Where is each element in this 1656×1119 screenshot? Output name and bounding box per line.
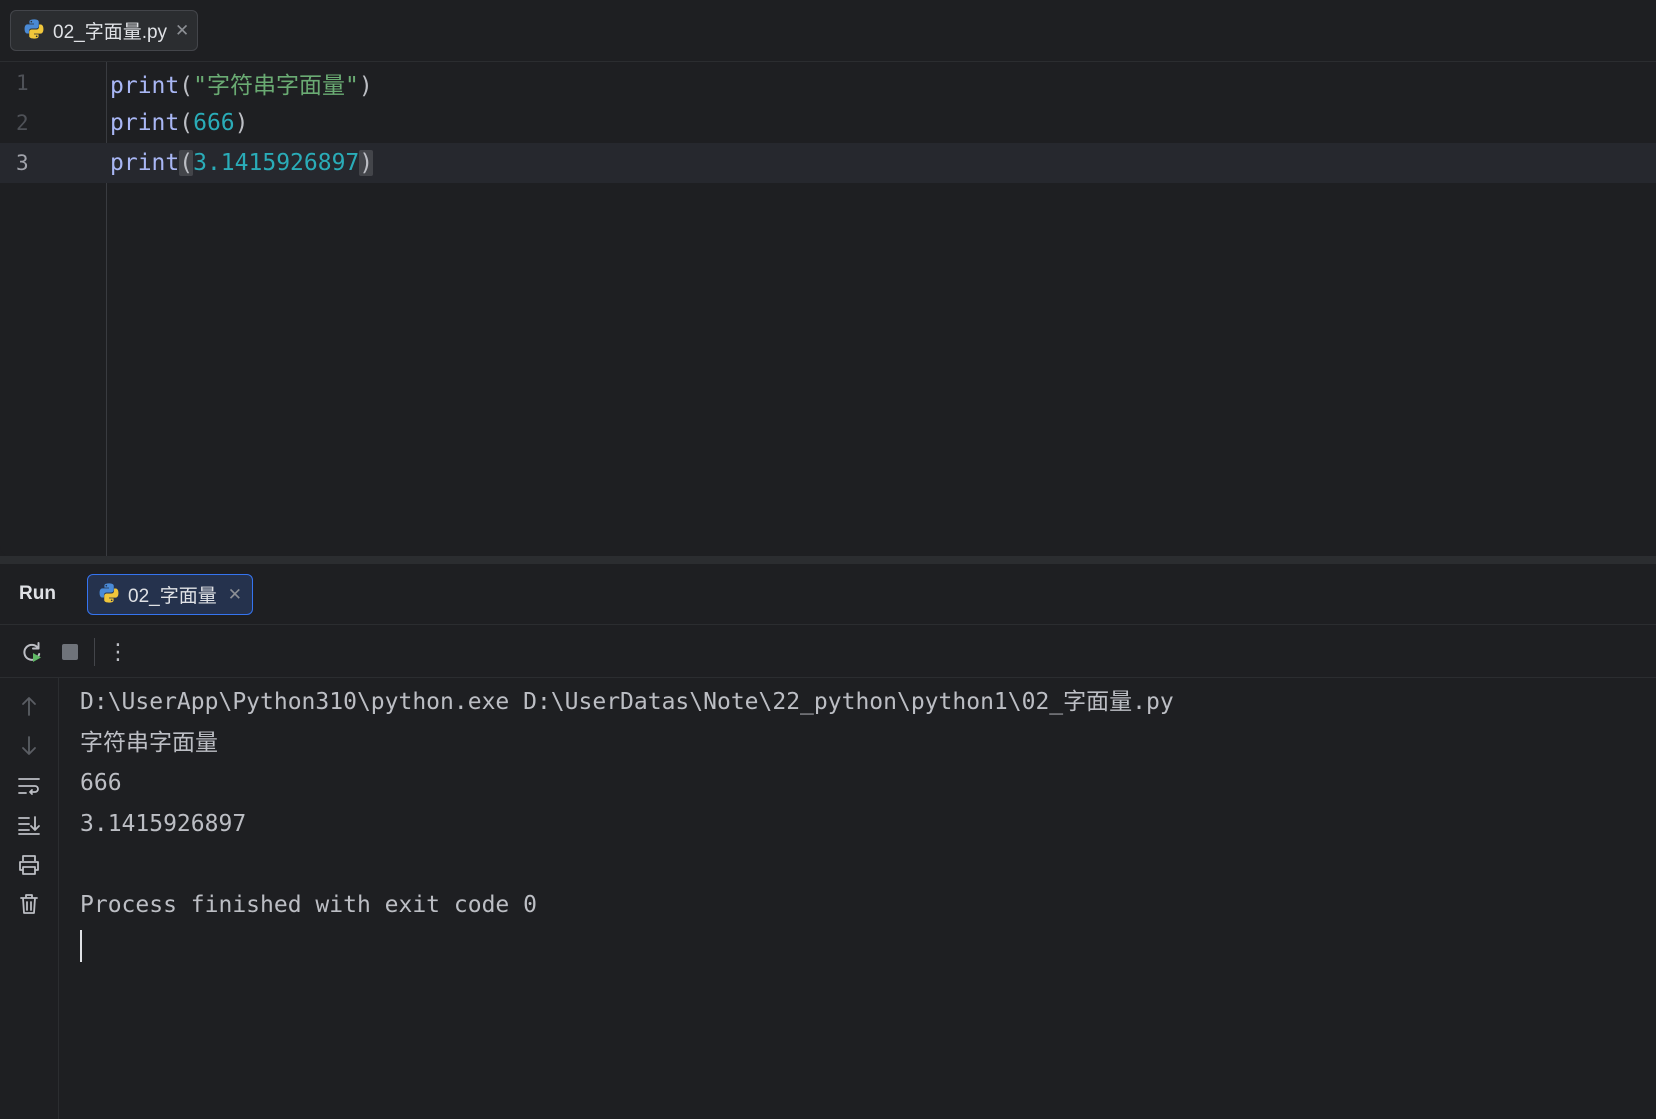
file-tab-label: 02_字面量.py <box>53 22 168 43</box>
close-icon[interactable]: ✕ <box>228 585 242 605</box>
code-line-3[interactable]: 3 print(3.1415926897) <box>0 143 1656 183</box>
toolbar-separator <box>94 638 95 666</box>
scroll-down-icon[interactable] <box>15 732 43 760</box>
number-literal: 3.1415926897 <box>193 150 360 176</box>
more-options-icon[interactable]: ⋮ <box>104 638 132 666</box>
string-literal: "字符串字面量" <box>193 73 359 99</box>
line-number: 3 <box>16 151 29 175</box>
open-paren: ( <box>179 110 194 136</box>
console-line: Process finished with exit code 0 <box>80 891 537 918</box>
line-number: 2 <box>16 111 29 135</box>
line-number: 1 <box>16 71 29 95</box>
stop-icon[interactable] <box>56 638 84 666</box>
console-side-toolbar <box>0 678 59 1119</box>
console-line: D:\UserApp\Python310\python.exe D:\UserD… <box>80 689 1174 715</box>
file-tab[interactable]: 02_字面量.py ✕ <box>10 10 198 51</box>
open-paren: ( <box>179 150 194 176</box>
function-name: print <box>110 150 180 176</box>
open-paren: ( <box>179 73 194 99</box>
close-paren: ) <box>359 150 374 176</box>
close-icon[interactable]: ✕ <box>175 21 189 41</box>
run-panel: Run 02_字面量 ✕ ⋮ D:\UserApp\Python310\pyth… <box>0 564 1656 1119</box>
console-input-line[interactable] <box>80 925 1640 966</box>
console-output[interactable]: D:\UserApp\Python310\python.exe D:\UserD… <box>80 682 1640 966</box>
run-toolbar: ⋮ <box>0 626 1656 678</box>
scroll-to-end-icon[interactable] <box>15 811 43 839</box>
run-tab-label: 02_字面量 <box>128 586 217 607</box>
python-icon <box>23 18 45 44</box>
code-text: print(666) <box>110 110 249 136</box>
code-text: print(3.1415926897) <box>110 150 374 176</box>
code-line-2[interactable]: 2 print(666) <box>0 103 1656 143</box>
code-editor[interactable]: 1 print("字符串字面量") 2 print(666) 3 print(3… <box>0 62 1656 556</box>
text-caret <box>80 929 82 962</box>
run-config-tab[interactable]: 02_字面量 ✕ <box>87 574 253 615</box>
console-line: 3.1415926897 <box>80 810 247 837</box>
clear-icon[interactable] <box>15 890 43 918</box>
scroll-up-icon[interactable] <box>15 692 43 720</box>
number-literal: 666 <box>193 110 235 136</box>
print-icon[interactable] <box>15 851 43 879</box>
rerun-icon[interactable] <box>18 638 46 666</box>
function-name: print <box>110 73 180 99</box>
close-paren: ) <box>234 110 249 136</box>
console-line: 字符串字面量 <box>80 729 218 756</box>
run-title: Run <box>19 583 56 604</box>
function-name: print <box>110 110 180 136</box>
python-icon <box>98 582 120 608</box>
run-header: Run 02_字面量 ✕ <box>0 564 1656 625</box>
panel-splitter[interactable] <box>0 556 1656 564</box>
console-line: 666 <box>80 770 122 796</box>
soft-wrap-icon[interactable] <box>15 772 43 800</box>
code-text: print("字符串字面量") <box>110 66 373 100</box>
editor-tab-bar: 02_字面量.py ✕ <box>0 0 1656 62</box>
code-line-1[interactable]: 1 print("字符串字面量") <box>0 63 1656 103</box>
close-paren: ) <box>358 73 373 99</box>
